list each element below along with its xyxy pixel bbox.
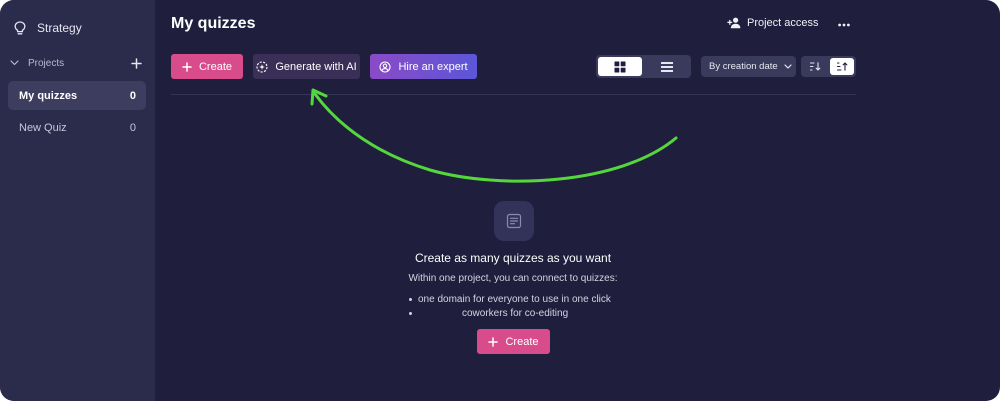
app-window: Strategy Projects My quizzes 0 New Quiz …	[0, 0, 1000, 401]
document-icon	[494, 201, 534, 241]
list-item: one domain for everyone to use in one cl…	[409, 292, 611, 306]
empty-state-title: Create as many quizzes as you want	[414, 251, 612, 265]
empty-state-subtitle: Within one project, you can connect to q…	[408, 273, 618, 284]
empty-state-create-label: Create	[505, 335, 539, 348]
list-item: coworkers for co-editing	[409, 306, 568, 320]
plus-icon	[488, 336, 499, 347]
empty-state-create-button[interactable]: Create	[477, 329, 550, 354]
